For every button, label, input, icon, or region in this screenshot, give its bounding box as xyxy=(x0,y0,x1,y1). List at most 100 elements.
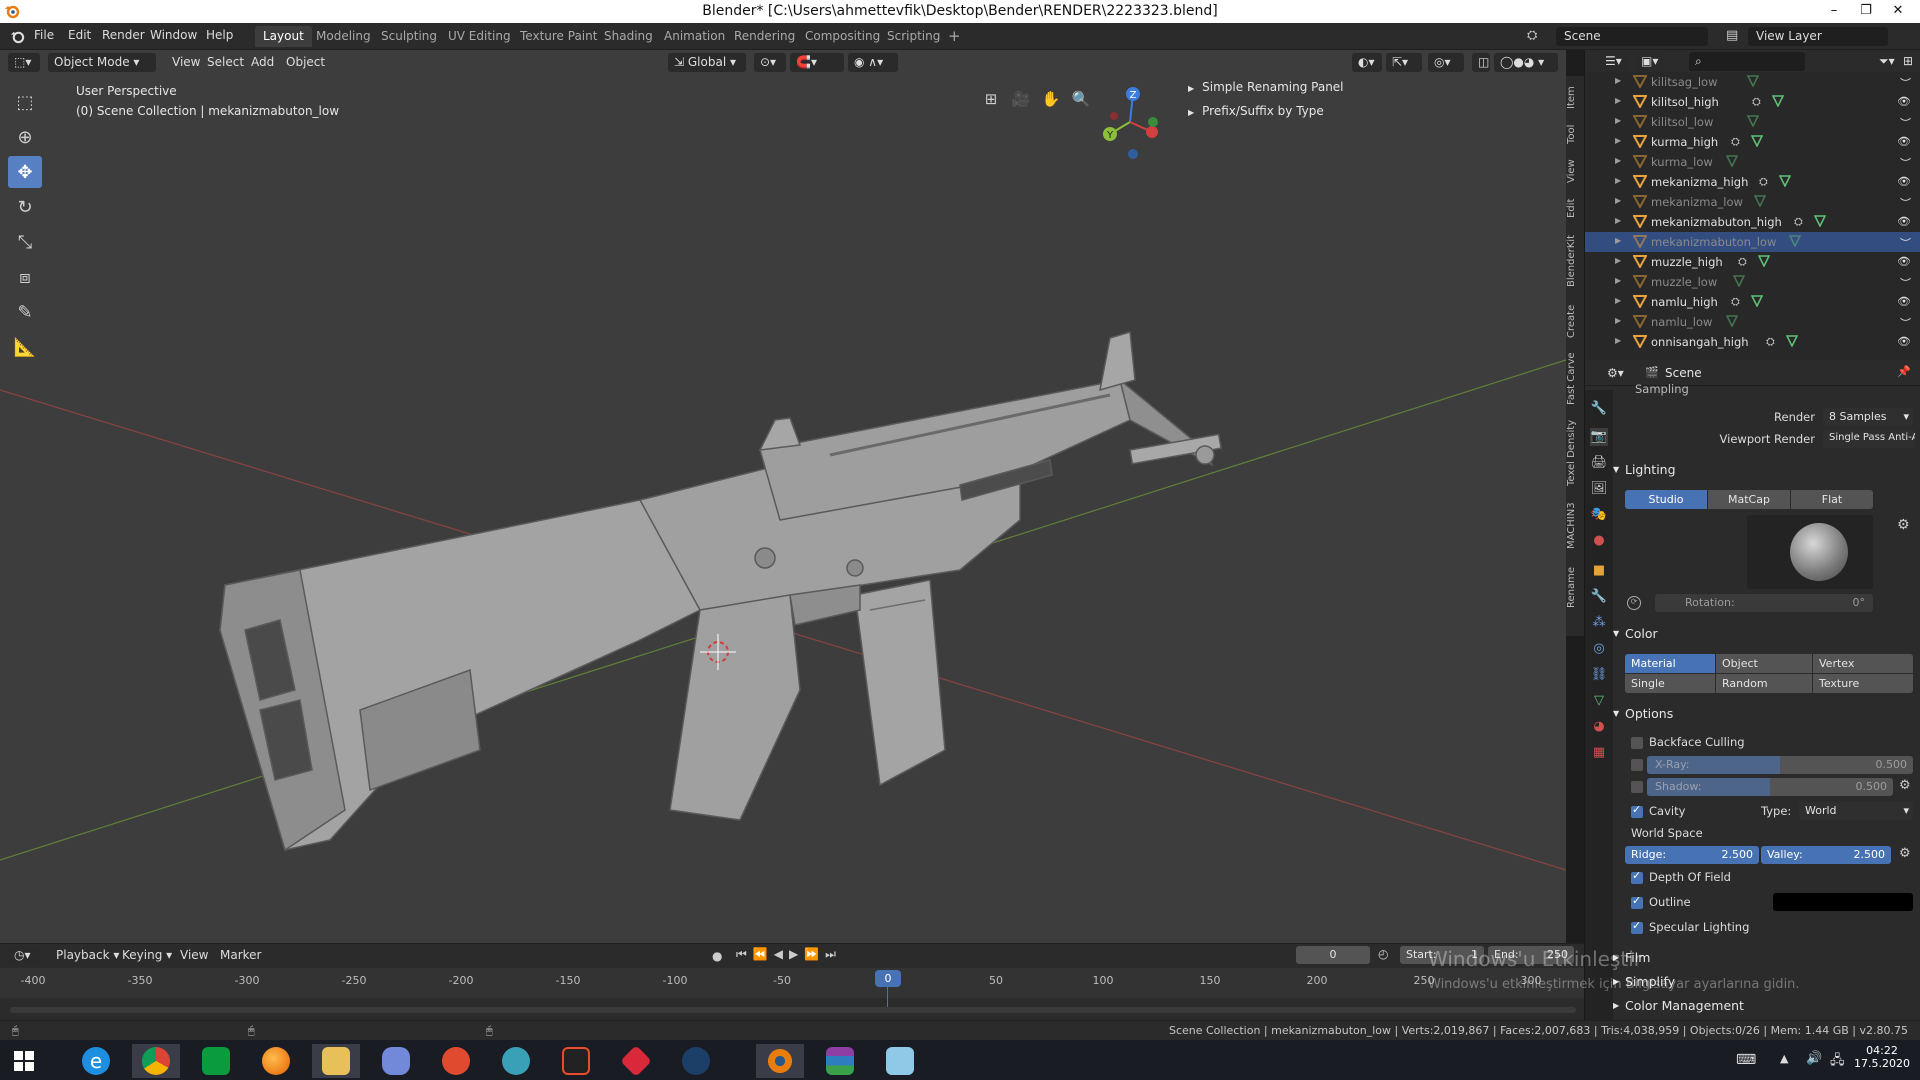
menu-edit[interactable]: Edit xyxy=(68,28,91,42)
valley-field[interactable]: Valley: 2.500 xyxy=(1761,846,1891,864)
outliner-row[interactable]: ▶ kurma_low ︶ xyxy=(1585,152,1920,172)
outliner-row[interactable]: ▶ namlu_low ︶ xyxy=(1585,312,1920,332)
gizmo-toggle-icon[interactable]: ⇱▾ xyxy=(1386,53,1422,72)
scene-icon[interactable]: ⛭ xyxy=(1527,28,1545,44)
color-object-button[interactable]: Object xyxy=(1716,654,1812,673)
menu-playback[interactable]: Playback ▾ xyxy=(50,946,125,965)
eye-closed-icon[interactable]: ︶ xyxy=(1900,275,1911,291)
outline-color-swatch[interactable] xyxy=(1773,893,1913,911)
eye-icon[interactable]: 👁 xyxy=(1897,255,1911,268)
lighting-matcap-button[interactable]: MatCap xyxy=(1708,490,1790,509)
eye-icon[interactable]: 👁 xyxy=(1897,135,1911,148)
pan-hand-icon[interactable]: ✋ xyxy=(1038,86,1064,112)
menu-add[interactable]: Add xyxy=(245,53,280,72)
expand-arrow-icon[interactable]: ▶ xyxy=(1615,216,1621,225)
record-icon[interactable]: ● xyxy=(712,949,722,963)
sampling-header[interactable]: Sampling xyxy=(1635,382,1689,396)
playhead[interactable]: 0 xyxy=(875,970,901,987)
menu-window[interactable]: Window xyxy=(150,28,197,42)
tab-texture-paint[interactable]: Texture Paint xyxy=(512,26,605,47)
expand-arrow-icon[interactable]: ▶ xyxy=(1615,136,1621,145)
sidebar-tab-blenderkit[interactable]: BlenderKit xyxy=(1566,230,1584,292)
rotate-icon[interactable]: ↻ xyxy=(8,191,42,223)
lighting-studio-button[interactable]: Studio xyxy=(1625,490,1707,509)
transform-icon[interactable]: ⧈ xyxy=(8,261,42,293)
outliner-editor-icon[interactable]: ☰▾ xyxy=(1599,52,1629,71)
clock[interactable]: 04:22 17.5.2020 xyxy=(1854,1044,1910,1070)
mode-selector[interactable]: Object Mode ▾ xyxy=(48,53,156,72)
steam-icon[interactable] xyxy=(672,1044,720,1078)
eye-closed-icon[interactable]: ︶ xyxy=(1900,235,1911,251)
eye-icon[interactable]: 👁 xyxy=(1897,175,1911,188)
xray-slider[interactable]: X-Ray: 0.500 xyxy=(1647,756,1913,774)
navigation-gizmo[interactable]: Z Y xyxy=(1090,82,1170,162)
expand-arrow-icon[interactable]: ▶ xyxy=(1615,276,1621,285)
properties-editor-icon[interactable]: ⚙▾ xyxy=(1601,364,1630,383)
viewport-scene[interactable] xyxy=(0,50,1566,943)
sidebar-tab-create[interactable]: Create xyxy=(1566,300,1584,342)
eye-closed-icon[interactable]: ︶ xyxy=(1900,315,1911,331)
outliner-row[interactable]: ▶ mekanizmabuton_high ⛭ 👁 xyxy=(1585,212,1920,232)
constraints-tab-icon[interactable]: ⛓ xyxy=(1590,666,1608,684)
sidebar-tab-machin3[interactable]: MACHIN3 xyxy=(1566,498,1584,554)
firefox-icon[interactable] xyxy=(252,1044,300,1078)
tab-compositing[interactable]: Compositing xyxy=(797,26,888,47)
viewport-render-select[interactable]: Single Pass Anti-Aliasing xyxy=(1823,430,1915,448)
expand-arrow-icon[interactable]: ▶ xyxy=(1615,76,1621,85)
3d-viewport[interactable]: ⬚▾ Object Mode ▾ View Select Add Object … xyxy=(0,50,1566,943)
eye-closed-icon[interactable]: ︶ xyxy=(1900,155,1911,171)
xray-checkbox[interactable] xyxy=(1631,759,1643,771)
pivot-icon[interactable]: ⊙▾ xyxy=(754,53,786,72)
view-layer-tab-icon[interactable]: 🖼 xyxy=(1590,480,1608,498)
outliner-row[interactable]: ▶ kilitsag_low ︶ xyxy=(1585,72,1920,92)
eye-icon[interactable]: 👁 xyxy=(1897,95,1911,108)
expand-arrow-icon[interactable]: ▶ xyxy=(1615,236,1621,245)
outliner-row[interactable]: ▶ kurma_high ⛭ 👁 xyxy=(1585,132,1920,152)
studio-light-preview[interactable] xyxy=(1747,515,1873,589)
tab-rendering[interactable]: Rendering xyxy=(726,26,803,47)
physics-tab-icon[interactable]: ◎ xyxy=(1590,640,1608,658)
tool-tab-icon[interactable]: 🔧 xyxy=(1590,400,1608,418)
color-texture-button[interactable]: Texture xyxy=(1813,674,1913,693)
cavity-type-select[interactable]: World ▾ xyxy=(1799,802,1913,820)
network-icon[interactable]: 🖧 xyxy=(1830,1051,1845,1073)
color-material-button[interactable]: Material xyxy=(1625,654,1715,673)
shadow-checkbox[interactable] xyxy=(1631,781,1643,793)
annotate-icon[interactable]: ✎ xyxy=(8,296,42,328)
discord-icon[interactable] xyxy=(372,1044,420,1078)
timeline-editor-icon[interactable]: ◷▾ xyxy=(8,946,40,965)
store-icon[interactable] xyxy=(192,1044,240,1078)
eye-icon[interactable]: 👁 xyxy=(1897,295,1911,308)
playback-controls[interactable]: ⏮⏪◀▶⏩⏭ xyxy=(736,947,842,962)
proportional-edit-icon[interactable]: ◉ ∧▾ xyxy=(848,53,898,72)
panel-simple-renaming[interactable]: ▶ Simple Renaming Panel xyxy=(1188,80,1344,94)
menu-file[interactable]: File xyxy=(34,28,54,42)
sidebar-tab-tool[interactable]: Tool xyxy=(1566,120,1584,148)
view-layer-icon[interactable]: ▤ xyxy=(1726,28,1738,43)
expand-arrow-icon[interactable]: ▶ xyxy=(1615,316,1621,325)
material-tab-icon[interactable]: ◕ xyxy=(1590,718,1608,736)
start-button[interactable] xyxy=(0,1044,48,1078)
outline-checkbox[interactable] xyxy=(1631,894,1643,909)
menu-select[interactable]: Select xyxy=(201,53,250,72)
pin-icon[interactable]: 📌 xyxy=(1897,365,1911,378)
menu-marker[interactable]: Marker xyxy=(214,946,267,965)
keyboard-icon[interactable]: ⌨ xyxy=(1736,1052,1756,1068)
shadow-settings-icon[interactable]: ⚙ xyxy=(1899,778,1911,793)
headphones-app-icon[interactable] xyxy=(432,1044,480,1078)
menu-render[interactable]: Render xyxy=(102,28,145,42)
sidebar-tab-edit[interactable]: Edit xyxy=(1566,194,1584,222)
tab-animation[interactable]: Animation xyxy=(656,26,733,47)
expand-arrow-icon[interactable]: ▶ xyxy=(1615,156,1621,165)
menu-object[interactable]: Object xyxy=(280,53,331,72)
backface-culling-checkbox[interactable] xyxy=(1631,737,1643,749)
expand-arrow-icon[interactable]: ▶ xyxy=(1615,336,1621,345)
menu-timeline-view[interactable]: View xyxy=(174,946,214,965)
outliner-row[interactable]: ▶ mekanizma_low ︶ xyxy=(1585,192,1920,212)
file-explorer-icon[interactable] xyxy=(312,1044,360,1078)
modifier-tab-icon[interactable]: 🔧 xyxy=(1590,588,1608,606)
move-icon[interactable]: ✥ xyxy=(8,156,42,188)
substance-icon[interactable] xyxy=(612,1044,660,1078)
expand-arrow-icon[interactable]: ▶ xyxy=(1615,296,1621,305)
close-button[interactable]: ✕ xyxy=(1878,0,1918,23)
